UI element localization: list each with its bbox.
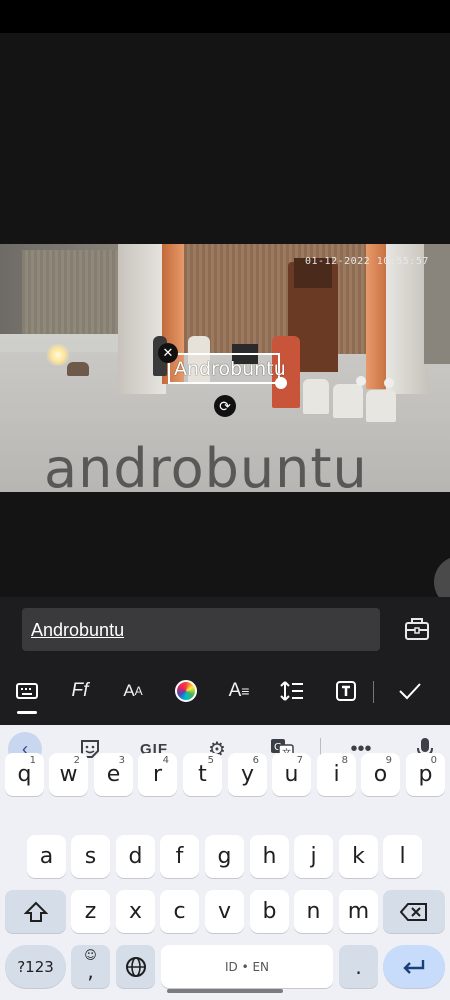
person <box>303 379 329 414</box>
key-r[interactable]: r4 <box>138 753 177 796</box>
text-overlay-box[interactable]: Androbuntu <box>168 353 286 384</box>
text-align-icon[interactable]: A ≡ <box>219 673 259 709</box>
key-u[interactable]: u7 <box>272 753 311 796</box>
enter-key[interactable] <box>383 945 445 988</box>
key-label: r <box>152 762 163 787</box>
key-f[interactable]: f <box>160 835 199 878</box>
key-hint: 6 <box>252 755 259 766</box>
key-hint: 0 <box>430 755 437 766</box>
key-y[interactable]: y6 <box>228 753 267 796</box>
emoji-comma-key[interactable]: ☺ , <box>71 945 110 988</box>
key-e[interactable]: e3 <box>94 753 133 796</box>
key-p[interactable]: p0 <box>406 753 445 796</box>
keyboard-icon[interactable] <box>7 673 47 709</box>
space-bar[interactable]: ID • EN <box>161 945 333 988</box>
shift-icon <box>23 901 48 922</box>
key-hint: 5 <box>207 755 214 766</box>
watermark-text: androbuntu <box>44 437 368 493</box>
key-z[interactable]: z <box>71 890 110 933</box>
key-hint: 9 <box>385 755 392 766</box>
text-editor-panel: Androbuntu Ff AA A ≡ <box>0 597 450 725</box>
key-a[interactable]: a <box>27 835 66 878</box>
line-spacing-icon[interactable] <box>272 673 312 709</box>
key-m[interactable]: m <box>339 890 378 933</box>
home-indicator[interactable] <box>167 989 283 993</box>
color-wheel-icon[interactable] <box>166 673 206 709</box>
resize-handle[interactable] <box>275 377 287 389</box>
person <box>67 362 89 376</box>
divider <box>373 681 374 703</box>
backspace-icon <box>400 902 427 921</box>
key-label: i <box>333 762 340 787</box>
rotate-icon[interactable]: ⟳ <box>214 395 236 417</box>
key-label: t <box>198 762 207 787</box>
status-bar <box>0 0 450 33</box>
text-input[interactable]: Androbuntu <box>22 608 380 651</box>
backspace-key[interactable] <box>383 890 445 933</box>
key-k[interactable]: k <box>339 835 378 878</box>
key-s[interactable]: s <box>71 835 110 878</box>
key-l[interactable]: l <box>383 835 422 878</box>
comma-label: , <box>87 959 94 983</box>
text-background-icon[interactable] <box>326 673 366 709</box>
key-t[interactable]: t5 <box>183 753 222 796</box>
screen: 01-12-2022 10:55:57 androbuntu Androbunt… <box>0 0 450 1000</box>
period-key[interactable]: . <box>339 945 378 988</box>
key-o[interactable]: o9 <box>361 753 400 796</box>
enter-icon <box>403 959 425 974</box>
symbols-key[interactable]: ?123 <box>5 945 66 988</box>
key-hint: 1 <box>29 755 36 766</box>
toolbox-icon[interactable] <box>398 611 436 647</box>
person <box>333 384 363 418</box>
font-size-icon[interactable]: AA <box>113 673 153 709</box>
font-style-icon[interactable]: Ff <box>60 673 100 709</box>
key-j[interactable]: j <box>294 835 333 878</box>
person-head <box>356 376 366 386</box>
person-head <box>384 378 394 388</box>
key-x[interactable]: x <box>116 890 155 933</box>
key-w[interactable]: w2 <box>49 753 88 796</box>
keyboard: ‹ GIF ⚙ G文 ••• q1 w2 e3 r4 t5 y6 u7 i8 o… <box>0 725 450 1000</box>
key-hint: 8 <box>341 755 348 766</box>
key-hint: 7 <box>296 755 303 766</box>
key-hint: 4 <box>162 755 169 766</box>
shift-key[interactable] <box>5 890 66 933</box>
key-v[interactable]: v <box>205 890 244 933</box>
camera-timestamp: 01-12-2022 10:55:57 <box>305 256 429 267</box>
text-overlay-label: Androbuntu <box>174 358 286 380</box>
key-n[interactable]: n <box>294 890 333 933</box>
confirm-check-icon[interactable] <box>390 673 430 709</box>
key-q[interactable]: q1 <box>5 753 44 796</box>
active-tool-indicator <box>17 711 37 714</box>
globe-icon <box>125 956 146 977</box>
light-glare <box>46 344 70 366</box>
close-icon[interactable]: ✕ <box>158 343 178 363</box>
person <box>366 390 396 422</box>
key-b[interactable]: b <box>250 890 289 933</box>
language-globe-key[interactable] <box>116 945 155 988</box>
key-hint: 3 <box>118 755 125 766</box>
key-g[interactable]: g <box>205 835 244 878</box>
text-tools: Ff AA A ≡ <box>0 673 450 713</box>
key-i[interactable]: i8 <box>317 753 356 796</box>
text-input-value: Androbuntu <box>31 620 125 640</box>
key-c[interactable]: c <box>160 890 199 933</box>
key-d[interactable]: d <box>116 835 155 878</box>
key-h[interactable]: h <box>250 835 289 878</box>
key-hint: 2 <box>73 755 80 766</box>
